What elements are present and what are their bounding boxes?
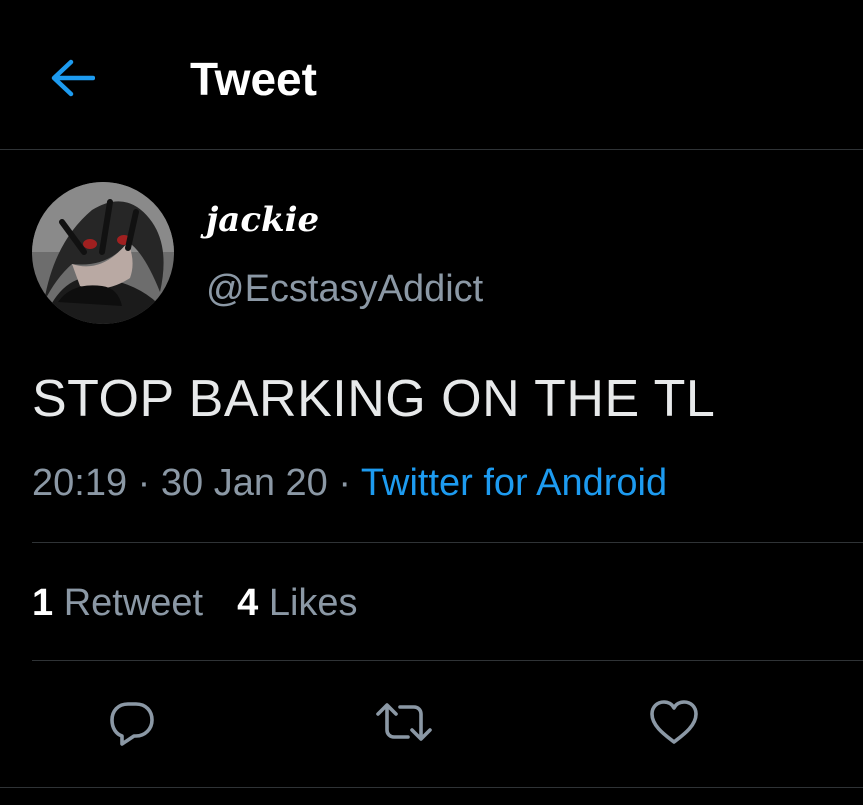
author-handle[interactable]: @EcstasyAddict [206,266,483,312]
divider [32,660,863,661]
author-display-name[interactable]: jackie [206,200,319,240]
meta-separator: · [137,462,151,504]
top-app-bar: Tweet [0,0,863,150]
divider [32,542,863,543]
heart-icon [650,700,698,744]
likes-label: Likes [268,582,358,624]
arrow-left-icon [51,59,95,97]
page-title: Tweet [190,53,317,105]
avatar[interactable] [32,182,174,324]
like-button[interactable] [642,690,706,754]
retweets-label: Retweet [63,582,204,624]
back-button[interactable] [42,48,102,108]
meta-separator: · [338,462,352,504]
tweet-time: 20:19 [32,462,128,504]
tweet-source-link[interactable]: Twitter for Android [361,462,667,504]
tweet-date: 30 Jan 20 [160,462,328,504]
retweets-count: 1 [32,582,54,624]
likes-stat[interactable]: 4 Likes [237,582,357,624]
anime-character-avatar [32,182,174,324]
divider [0,787,863,788]
tweet-stats: 1 Retweet 4 Likes [32,580,358,626]
reply-icon [110,702,154,746]
tweet-action-bar [0,690,863,760]
tweet-text: STOP BARKING ON THE TL [32,370,716,428]
retweets-stat[interactable]: 1 Retweet [32,582,203,624]
likes-count: 4 [237,582,259,624]
retweet-button[interactable] [372,690,436,754]
retweet-icon [376,703,432,741]
reply-button[interactable] [100,690,164,754]
tweet-meta: 20:19 · 30 Jan 20 · Twitter for Android [32,460,667,506]
